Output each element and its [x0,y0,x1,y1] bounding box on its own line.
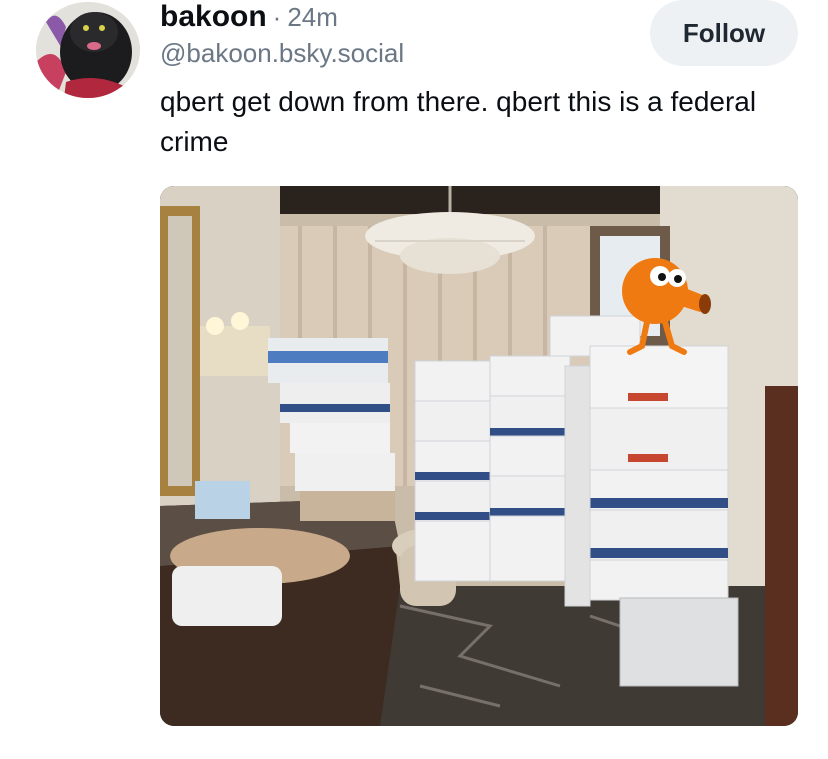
author-row: bakoon · 24m [160,0,338,34]
author-handle[interactable]: @bakoon.bsky.social [160,38,404,69]
box-stack-middle [414,355,571,582]
dog-avatar-image [36,2,140,98]
author-display-name[interactable]: bakoon [160,0,267,33]
avatar[interactable] [36,2,140,98]
post-text: qbert get down from there. qbert this is… [160,86,757,157]
follow-button[interactable]: Follow [650,0,798,66]
post-image[interactable] [160,186,798,726]
post-timestamp[interactable]: 24m [287,2,338,32]
separator-dot: · [272,2,282,32]
bathroom-boxes-photo [160,186,798,726]
